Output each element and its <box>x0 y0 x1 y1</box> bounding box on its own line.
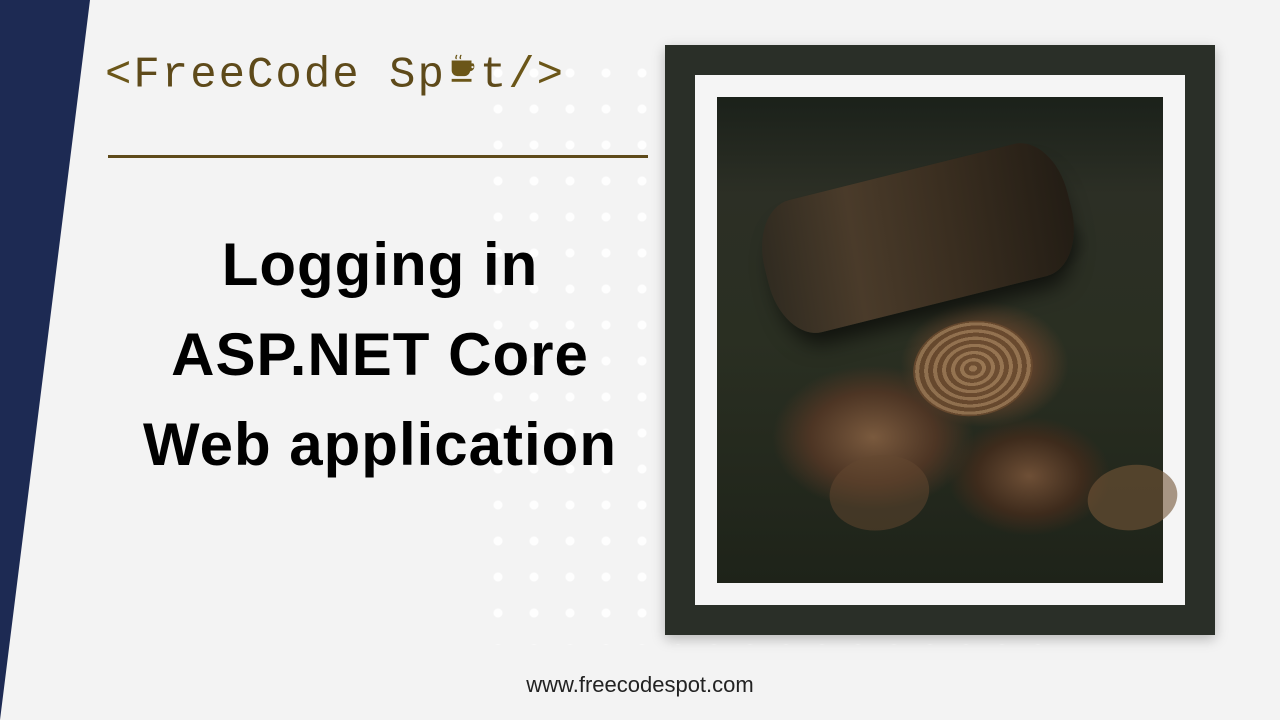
hero-image-frame <box>665 45 1215 635</box>
hero-image <box>717 97 1163 583</box>
corner-wedge <box>0 0 90 720</box>
article-title: Logging in ASP.NET Core Web application <box>110 220 650 490</box>
angle-close: /> <box>508 51 565 101</box>
logo-word-a: FreeCode <box>133 51 360 101</box>
promo-card: <FreeCode Spt/> Logging in ASP.NET Core … <box>0 0 1280 720</box>
site-logo: <FreeCode Spt/> <box>105 50 565 101</box>
logo-word-c: t <box>480 51 508 101</box>
site-url: www.freecodespot.com <box>0 672 1280 698</box>
title-line-1: Logging in <box>110 220 650 310</box>
logo-word-b: Sp <box>389 51 446 101</box>
title-line-3: Web application <box>110 400 650 490</box>
logo-underline <box>108 155 648 158</box>
coffee-cup-icon <box>446 50 480 100</box>
title-line-2: ASP.NET Core <box>110 310 650 400</box>
angle-open: < <box>105 51 133 101</box>
